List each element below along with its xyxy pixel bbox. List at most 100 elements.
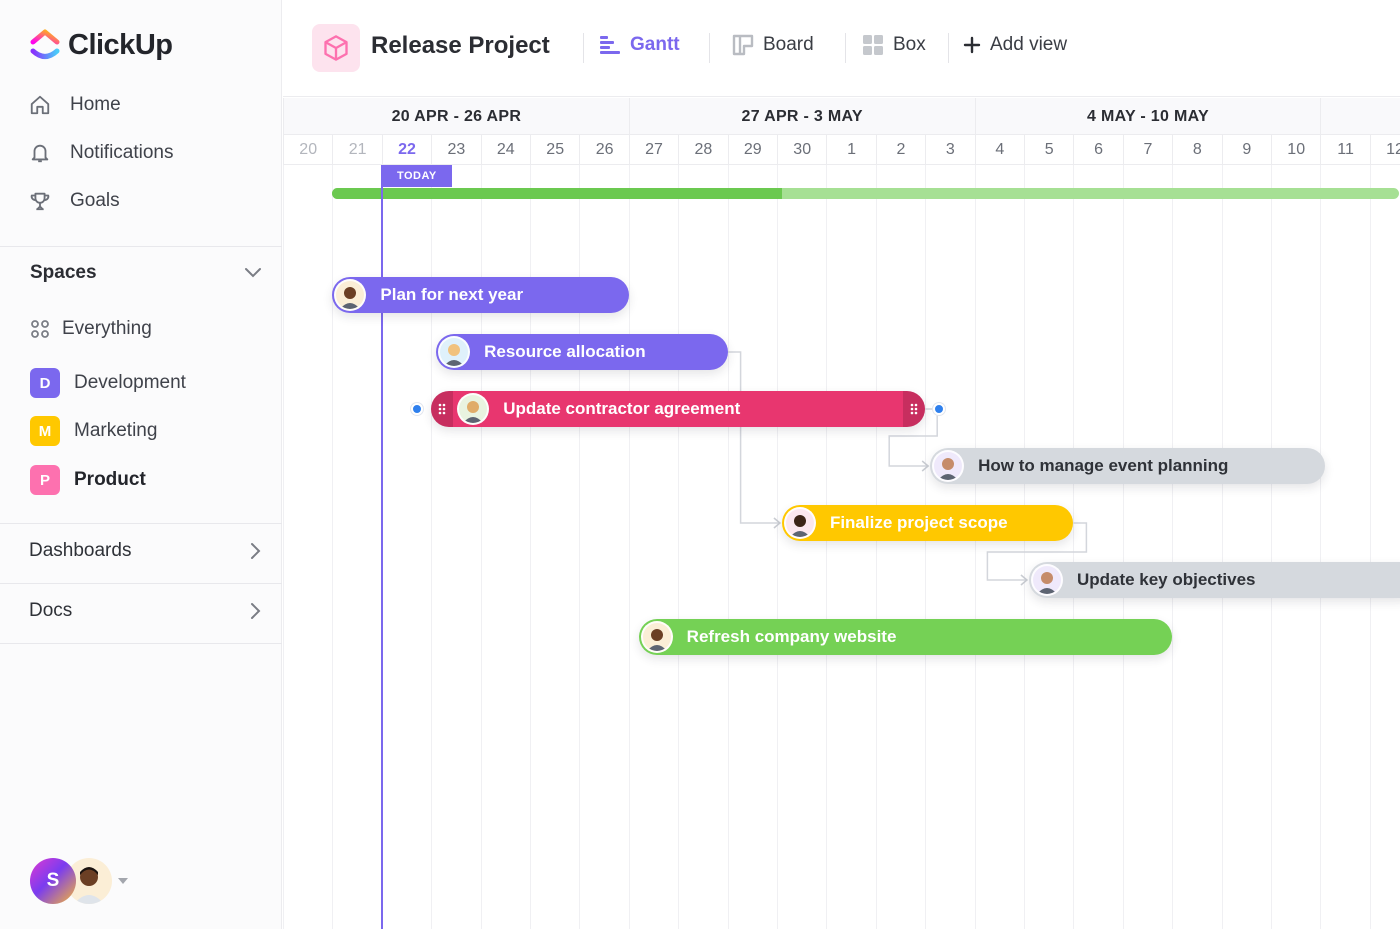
dashboards-label: Dashboards — [29, 540, 132, 561]
grid-line — [678, 165, 680, 929]
day-label: 21 — [332, 135, 381, 165]
chevron-right-icon — [251, 543, 261, 559]
space-label: Marketing — [74, 420, 158, 441]
grid-line — [1172, 165, 1174, 929]
space-badge: M — [30, 416, 60, 446]
bell-icon — [28, 141, 52, 165]
assignee-avatar[interactable] — [457, 393, 490, 425]
task-bar[interactable]: Plan for next year — [332, 277, 629, 313]
dependency-dot-left[interactable] — [411, 403, 424, 415]
grid-line — [875, 165, 877, 929]
grid-line — [1122, 165, 1124, 929]
drag-handle-icon[interactable] — [431, 391, 454, 427]
sidebar-divider — [0, 643, 282, 644]
day-label: 8 — [1172, 135, 1221, 165]
nav-notifications[interactable]: Notifications — [28, 141, 174, 165]
toolbar-divider — [583, 33, 584, 63]
nav-home[interactable]: Home — [28, 93, 121, 117]
task-label: Finalize project scope — [829, 513, 1008, 532]
grid-line — [1271, 165, 1272, 929]
assignee-avatar[interactable] — [783, 507, 816, 539]
tab-gantt[interactable]: Gantt — [599, 34, 680, 56]
spaces-header[interactable]: Spaces — [30, 262, 262, 284]
toolbar-divider — [948, 33, 949, 63]
spaces-title: Spaces — [30, 262, 97, 283]
sidebar-docs[interactable]: Docs — [29, 600, 261, 622]
day-label: 6 — [1073, 135, 1122, 165]
task-label: How to manage event planning — [978, 456, 1229, 475]
clickup-logo[interactable]: ClickUp — [30, 28, 173, 62]
grid-line — [777, 165, 778, 929]
space-everything[interactable]: Everything — [30, 318, 152, 340]
user-menu[interactable]: S — [30, 858, 128, 904]
day-label: 29 — [727, 135, 777, 165]
day-label: 3 — [925, 135, 974, 165]
nav-goals-label: Goals — [70, 190, 120, 211]
week-label: 20 APR - 26 APR — [283, 98, 629, 135]
assignee-avatar[interactable] — [1030, 564, 1063, 596]
grid-line — [1320, 165, 1322, 929]
day-label: 9 — [1221, 135, 1271, 165]
grid-line — [332, 165, 334, 929]
board-icon — [732, 34, 754, 56]
task-label: Refresh company website — [686, 627, 897, 646]
day-label: 20 — [283, 135, 332, 165]
task-bar[interactable]: Finalize project scope — [781, 505, 1074, 541]
space-label: Development — [74, 372, 186, 393]
nav-goals[interactable]: Goals — [28, 189, 120, 213]
cube-icon — [324, 35, 348, 61]
dependency-dot-right[interactable] — [933, 403, 946, 415]
grid-line — [628, 165, 630, 929]
trophy-icon — [28, 189, 52, 213]
drag-handle-icon[interactable] — [903, 391, 926, 427]
project-progress-bar — [332, 188, 1400, 199]
grid-line — [1369, 165, 1371, 929]
space-product[interactable]: P Product — [30, 465, 146, 495]
task-bar[interactable]: Resource allocation — [436, 334, 728, 370]
sidebar-divider — [0, 583, 282, 584]
grid-line — [727, 165, 729, 929]
task-bar[interactable]: Update contractor agreement — [431, 391, 926, 427]
plus-icon — [963, 36, 981, 54]
grid-line — [925, 165, 927, 929]
assignee-avatar[interactable] — [932, 450, 965, 482]
clickup-logo-icon — [30, 29, 60, 59]
topbar: Release Project Gantt Board Box Add view — [283, 0, 1400, 97]
assignee-avatar[interactable] — [640, 621, 673, 653]
week-header-row: 20 APR - 26 APR 27 APR - 3 MAY 4 MAY - 10 … — [283, 98, 1400, 135]
sidebar-dashboards[interactable]: Dashboards — [29, 540, 261, 562]
gantt-chart: 20 APR - 26 APR 27 APR - 3 MAY 4 MAY - 10 … — [283, 98, 1400, 929]
tab-board[interactable]: Board — [732, 34, 814, 56]
day-label: 23 — [431, 135, 480, 165]
task-label: Plan for next year — [380, 285, 524, 304]
space-marketing[interactable]: M Marketing — [30, 416, 157, 446]
chevron-down-icon[interactable] — [244, 267, 262, 279]
chevron-right-icon — [251, 603, 261, 619]
space-label: Product — [74, 469, 146, 490]
day-label: 11 — [1320, 135, 1369, 165]
tab-box[interactable]: Box — [862, 34, 926, 56]
home-icon — [28, 93, 52, 117]
task-bar[interactable]: Update key objectives — [1028, 562, 1400, 598]
week-label: 4 MAY - 10 MAY — [974, 98, 1321, 135]
assignee-avatar[interactable] — [334, 279, 367, 311]
space-development[interactable]: D Development — [30, 368, 186, 398]
day-label: 1 — [826, 135, 875, 165]
week-label: 27 APR - 3 MAY — [628, 98, 975, 135]
day-label: 27 — [628, 135, 678, 165]
day-label: 24 — [480, 135, 530, 165]
task-bar[interactable]: How to manage event planning — [930, 448, 1326, 484]
sidebar-divider — [0, 246, 282, 247]
task-bar[interactable]: Refresh company website — [638, 619, 1173, 655]
box-icon — [863, 35, 883, 55]
add-view-button[interactable]: Add view — [963, 34, 1067, 56]
toolbar-divider — [845, 33, 846, 63]
day-label: 22 — [381, 135, 431, 165]
workspace-avatar[interactable]: S — [30, 858, 76, 904]
dependency-line — [727, 351, 780, 524]
assignee-avatar[interactable] — [438, 336, 471, 368]
grid-line — [974, 165, 976, 929]
everything-label: Everything — [62, 318, 152, 339]
week-label — [1320, 98, 1400, 135]
caret-down-icon[interactable] — [118, 878, 128, 884]
